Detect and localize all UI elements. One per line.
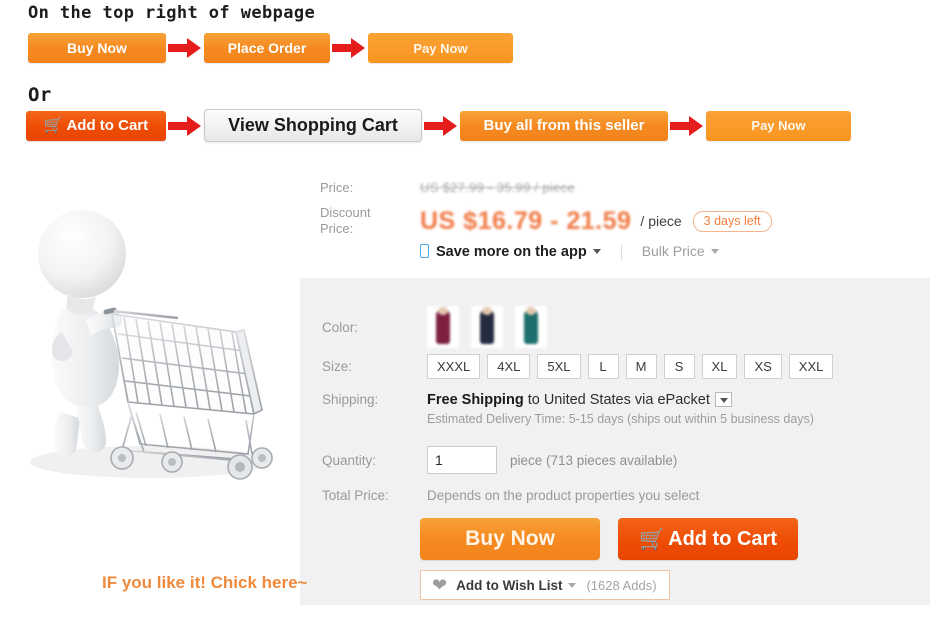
shipping-details: Free Shipping to United States via ePack… <box>427 392 814 426</box>
price-row: Price: US $27.99 - 35.99 / piece <box>320 180 920 196</box>
size-chip[interactable]: XL <box>702 354 738 379</box>
size-chip[interactable]: M <box>626 354 657 379</box>
quantity-label: Quantity: <box>322 453 427 468</box>
size-chip[interactable]: S <box>664 354 695 379</box>
checkout-flow-row-1: Buy Now Place Order Pay Now <box>28 33 513 63</box>
shipping-select-dropdown[interactable] <box>715 392 732 407</box>
save-more-on-app-label: Save more on the app <box>436 244 587 260</box>
buy-now-button-flow[interactable]: Buy Now <box>28 33 166 63</box>
discount-price-value: US $16.79 - 21.59 <box>420 208 631 234</box>
shipping-row: Shipping: Free Shipping to United States… <box>322 392 814 426</box>
size-chip[interactable]: L <box>588 354 619 379</box>
view-shopping-cart-button[interactable]: View Shopping Cart <box>204 109 422 142</box>
days-left-badge: 3 days left <box>693 211 772 232</box>
product-properties-panel: Color: Size: XXXL 4XL 5XL L M S XL XS XX… <box>300 278 930 605</box>
heart-icon: ❤ <box>432 576 447 594</box>
color-swatch-teal[interactable] <box>515 306 547 348</box>
divider <box>621 245 622 260</box>
total-price-row: Total Price: Depends on the product prop… <box>322 488 699 503</box>
place-order-button[interactable]: Place Order <box>204 33 330 63</box>
pay-now-button-flow-1[interactable]: Pay Now <box>368 33 513 63</box>
chevron-down-icon <box>711 249 719 254</box>
buy-now-button[interactable]: Buy Now <box>420 518 600 560</box>
product-image <box>0 162 300 522</box>
pay-now-button-flow-2[interactable]: Pay Now <box>706 111 851 141</box>
size-chip[interactable]: 4XL <box>487 354 530 379</box>
color-row: Color: <box>322 306 559 348</box>
quantity-input[interactable] <box>427 446 497 474</box>
discount-price-label: Discount Price: <box>320 205 420 237</box>
size-chip[interactable]: XS <box>744 354 781 379</box>
size-chip[interactable]: 5XL <box>537 354 580 379</box>
price-label: Price: <box>320 180 420 196</box>
arrow-right-icon <box>330 37 368 59</box>
size-chip[interactable]: XXL <box>789 354 834 379</box>
wish-list-row: IF you like it! Chick here~ ❤ Add to Wis… <box>420 570 670 600</box>
primary-actions-row: Buy Now 🛒Add to Cart <box>420 518 798 560</box>
arrow-right-icon <box>668 115 706 137</box>
arrow-right-icon <box>422 115 460 137</box>
size-chip[interactable]: XXXL <box>427 354 480 379</box>
color-swatch-burgundy[interactable] <box>427 306 459 348</box>
phone-icon <box>420 244 429 258</box>
price-block: Price: US $27.99 - 35.99 / piece Discoun… <box>320 180 920 261</box>
buy-all-from-seller-button[interactable]: Buy all from this seller <box>460 111 668 141</box>
shipping-destination-text: to United States via ePacket <box>524 392 710 408</box>
add-to-cart-label: Add to Cart <box>668 528 777 551</box>
chevron-down-icon <box>568 583 576 588</box>
size-row: Size: XXXL 4XL 5XL L M S XL XS XXL <box>322 354 840 379</box>
size-label: Size: <box>322 359 427 374</box>
top-instruction-text: On the top right of webpage <box>28 3 315 23</box>
original-price-value: US $27.99 - 35.99 / piece <box>420 180 575 195</box>
quantity-row: Quantity: piece (713 pieces available) <box>322 446 677 474</box>
shipping-main-line: Free Shipping to United States via ePack… <box>427 392 814 408</box>
cart-icon: 🛒 <box>44 118 64 134</box>
add-to-wish-list-button[interactable]: ❤ Add to Wish List (1628 Adds) <box>420 570 670 600</box>
chevron-down-icon <box>593 249 601 254</box>
wish-list-hint-text: IF you like it! Chick here~ <box>102 573 307 593</box>
size-chip-list: XXXL 4XL 5XL L M S XL XS XXL <box>427 354 840 379</box>
total-price-label: Total Price: <box>322 488 427 503</box>
discount-label-line1: Discount <box>320 205 420 221</box>
total-price-note: Depends on the product properties you se… <box>427 488 699 503</box>
add-to-cart-flow-label: Add to Cart <box>66 117 148 134</box>
free-shipping-text: Free Shipping <box>427 392 524 408</box>
add-to-wish-list-label: Add to Wish List <box>456 578 562 593</box>
color-swatch-list <box>427 306 559 348</box>
color-label: Color: <box>322 320 427 335</box>
save-more-on-app-link[interactable]: Save more on the app <box>420 243 601 261</box>
wish-list-count: (1628 Adds) <box>586 578 656 593</box>
price-unit: / piece <box>640 213 681 229</box>
shipping-label: Shipping: <box>322 392 427 407</box>
arrow-right-icon <box>166 37 204 59</box>
app-savings-row: Save more on the app Bulk Price <box>320 243 920 261</box>
bulk-price-link[interactable]: Bulk Price <box>642 243 719 261</box>
color-swatch-navy[interactable] <box>471 306 503 348</box>
shipping-estimate-text: Estimated Delivery Time: 5-15 days (ship… <box>427 412 814 426</box>
discount-price-row: Discount Price: US $16.79 - 21.59 / piec… <box>320 205 920 237</box>
bulk-price-label: Bulk Price <box>642 243 705 259</box>
quantity-availability-note: piece (713 pieces available) <box>510 453 677 468</box>
arrow-right-icon <box>166 115 204 137</box>
checkout-flow-row-2: 🛒Add to Cart View Shopping Cart Buy all … <box>26 109 851 142</box>
discount-label-line2: Price: <box>320 221 420 237</box>
add-to-cart-button-flow[interactable]: 🛒Add to Cart <box>26 111 166 141</box>
or-label: Or <box>28 84 52 106</box>
add-to-cart-button[interactable]: 🛒Add to Cart <box>618 518 798 560</box>
cart-icon: 🛒 <box>639 529 665 550</box>
